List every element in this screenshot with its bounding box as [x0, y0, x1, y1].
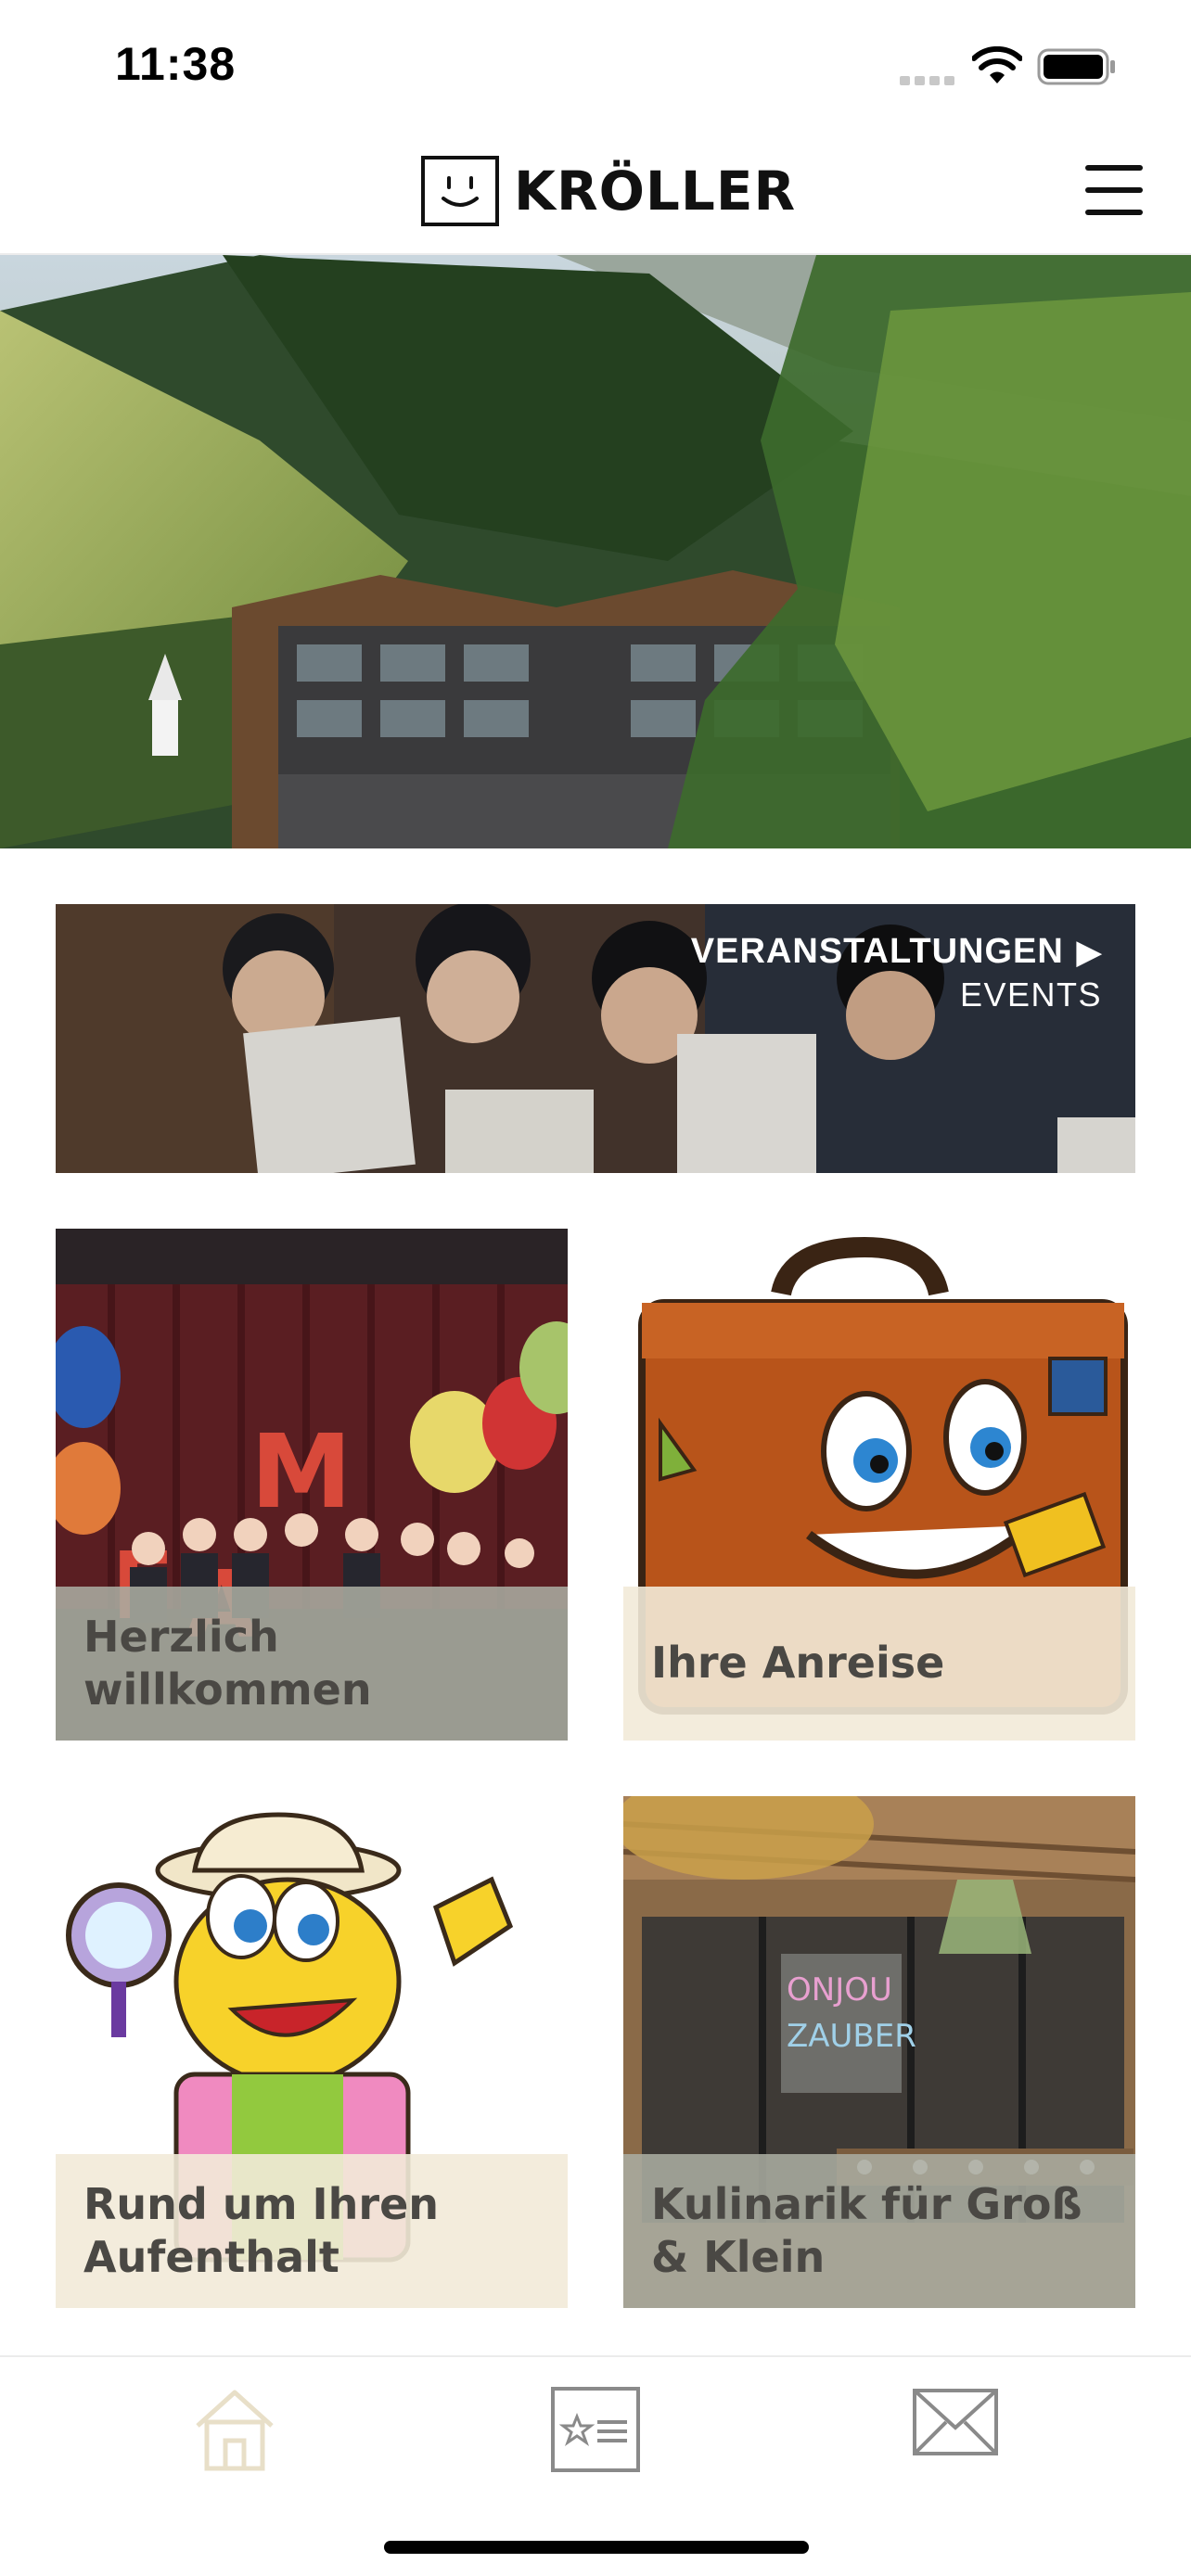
- app-screen: 11:38 KRÖLLER VERANSTALTUNGEN ▶ EVENTS M…: [0, 0, 1191, 2576]
- events-label: VERANSTALTUNGEN ▶ EVENTS: [691, 932, 1102, 1014]
- tile-caption: Herzlich willkommen: [56, 1587, 568, 1741]
- hero-image: [0, 255, 1191, 848]
- tile-caption: Ihre Anreise: [623, 1587, 1135, 1741]
- tab-mail[interactable]: [911, 2385, 1000, 2464]
- tab-home[interactable]: [190, 2385, 279, 2479]
- events-title: VERANSTALTUNGEN: [690, 932, 1064, 971]
- tile-caption: Rund um Ihren Aufenthalt: [56, 2154, 568, 2308]
- cellular-signal-icon: [900, 76, 954, 85]
- battery-icon: [1037, 48, 1115, 85]
- wifi-icon: [972, 46, 1022, 83]
- events-banner[interactable]: VERANSTALTUNGEN ▶ EVENTS: [56, 904, 1135, 1173]
- svg-text:ZAUBER: ZAUBER: [787, 2018, 916, 2055]
- tile-caption: Kulinarik für Groß & Klein: [623, 2154, 1135, 2308]
- home-icon: [196, 2390, 274, 2471]
- tile-stay[interactable]: Rund um Ihren Aufenthalt: [56, 1796, 568, 2308]
- smiley-logo-icon: [421, 156, 499, 226]
- tab-bulletin[interactable]: [549, 2385, 642, 2479]
- logo-text: KRÖLLER: [514, 159, 797, 223]
- chevron-right-icon: ▶: [1076, 934, 1102, 970]
- mail-icon: [913, 2389, 998, 2455]
- status-bar: 11:38: [0, 0, 1191, 130]
- home-indicator[interactable]: [384, 2541, 809, 2554]
- status-time: 11:38: [115, 38, 237, 90]
- hamburger-menu-icon[interactable]: [1085, 165, 1146, 221]
- svg-text:ONJOU: ONJOU: [787, 1971, 892, 2009]
- bulletin-icon: [551, 2387, 640, 2472]
- kroller-logo[interactable]: KRÖLLER: [421, 156, 796, 226]
- app-header: KRÖLLER: [0, 130, 1191, 255]
- tile-welcome[interactable]: M F A Herzlich willkommen: [56, 1229, 568, 1741]
- events-subtitle: EVENTS: [959, 976, 1102, 1014]
- tile-arrival[interactable]: Ihre Anreise: [623, 1229, 1135, 1741]
- tile-culinary[interactable]: ONJOU ZAUBER Kulinarik für Groß & Klein: [623, 1796, 1135, 2308]
- svg-text:M: M: [250, 1412, 352, 1531]
